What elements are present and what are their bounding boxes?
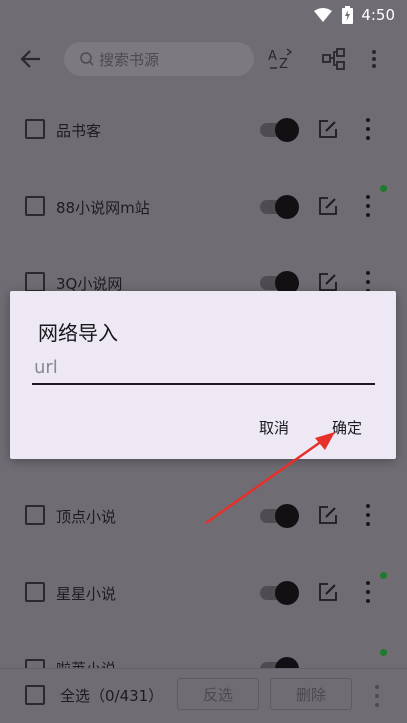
invert-selection-button[interactable]: 反选 (177, 678, 259, 710)
enable-switch[interactable] (260, 581, 299, 605)
status-dot (380, 649, 387, 656)
search-icon (80, 52, 94, 66)
select-all-checkbox[interactable] (25, 685, 45, 705)
row-checkbox[interactable] (25, 505, 45, 525)
status-bar: 4:50 (0, 0, 407, 30)
source-row[interactable]: 啦莱小说 (0, 629, 407, 668)
status-dot (380, 185, 387, 192)
bottom-more-icon[interactable] (372, 685, 382, 707)
row-checkbox[interactable] (25, 659, 45, 668)
search-placeholder: 搜索书源 (99, 50, 160, 69)
dialog-title: 网络导入 (38, 321, 118, 345)
enable-switch[interactable] (260, 271, 299, 295)
row-checkbox[interactable] (25, 119, 45, 139)
edit-icon[interactable] (318, 582, 338, 602)
row-more-icon[interactable] (362, 271, 374, 293)
row-more-icon[interactable] (362, 581, 374, 603)
cancel-button[interactable]: 取消 (259, 417, 289, 438)
row-checkbox[interactable] (25, 196, 45, 216)
source-row[interactable]: 品书客 (0, 91, 407, 167)
edit-icon[interactable] (318, 196, 338, 216)
row-more-icon[interactable] (362, 118, 374, 140)
source-row[interactable]: 顶点小说 (0, 477, 407, 553)
toolbar: 搜索书源 AZ (0, 30, 407, 88)
source-name: 88小说网m站 (56, 199, 150, 217)
edit-icon[interactable] (318, 119, 338, 139)
status-time: 4:50 (361, 6, 395, 24)
select-all-label[interactable]: 全选（0/431） (60, 685, 163, 706)
source-row[interactable]: 星星小说 (0, 553, 407, 629)
status-dot (380, 572, 387, 579)
svg-text:A: A (268, 49, 277, 64)
battery-icon (342, 6, 354, 24)
delete-button[interactable]: 删除 (270, 678, 352, 710)
edit-icon[interactable] (318, 505, 338, 525)
search-box[interactable]: 搜索书源 (64, 42, 254, 76)
enable-switch[interactable] (260, 195, 299, 219)
url-input[interactable] (32, 351, 375, 385)
enable-switch[interactable] (260, 504, 299, 528)
overflow-menu-icon[interactable] (368, 46, 380, 72)
source-name: 啦莱小说 (56, 658, 116, 668)
row-checkbox[interactable] (25, 582, 45, 602)
source-name: 品书客 (56, 122, 102, 140)
source-row[interactable]: 88小说网m站 (0, 167, 407, 243)
sort-az-icon[interactable]: AZ (266, 46, 294, 72)
confirm-button[interactable]: 确定 (332, 417, 362, 438)
edit-icon[interactable] (318, 272, 338, 292)
row-more-icon[interactable] (362, 504, 374, 526)
group-icon[interactable] (320, 46, 348, 72)
wifi-icon (314, 8, 333, 22)
network-import-dialog: 网络导入 取消 确定 (10, 291, 396, 459)
source-name: 星星小说 (56, 585, 117, 603)
row-more-icon[interactable] (362, 195, 374, 217)
row-checkbox[interactable] (25, 272, 45, 292)
source-name: 顶点小说 (56, 508, 117, 526)
svg-text:Z: Z (279, 57, 288, 72)
enable-switch[interactable] (260, 118, 299, 142)
back-arrow-icon[interactable] (18, 46, 44, 72)
bottom-bar: 全选（0/431） 反选 删除 (0, 668, 407, 723)
enable-switch[interactable] (260, 657, 299, 668)
